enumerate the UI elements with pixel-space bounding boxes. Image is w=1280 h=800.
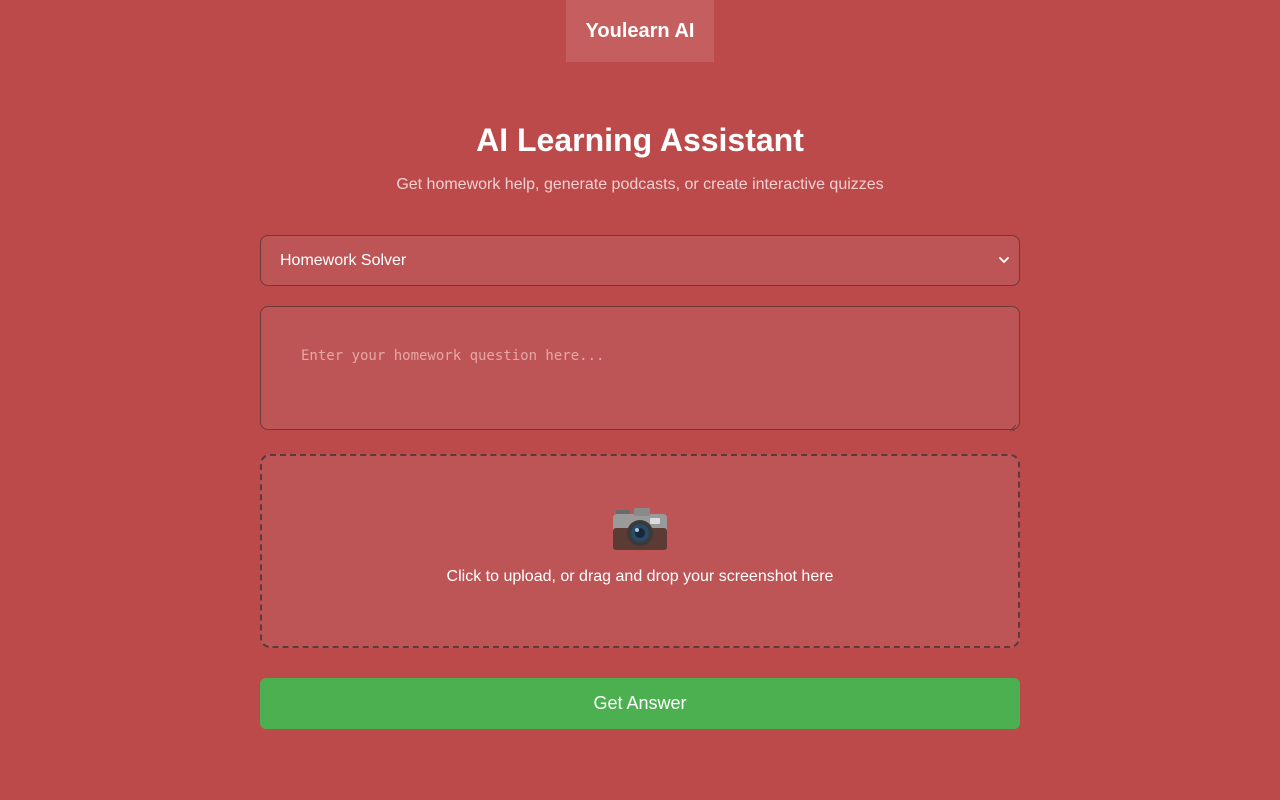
mode-select-value: Homework Solver	[280, 251, 407, 269]
chevron-down-icon	[999, 256, 1009, 266]
dropzone-text: Click to upload, or drag and drop your s…	[446, 568, 834, 585]
camera-icon	[612, 506, 668, 552]
screenshot-dropzone[interactable]: Click to upload, or drag and drop your s…	[260, 454, 1020, 648]
resize-handle-icon[interactable]	[1009, 419, 1017, 432]
question-textarea[interactable]: Enter your homework question here...	[260, 306, 1020, 432]
page-title: AI Learning Assistant	[476, 122, 804, 158]
question-placeholder: Enter your homework question here...	[301, 348, 605, 364]
mode-select[interactable]: Homework Solver	[260, 235, 1020, 286]
brand-name: Youlearn AI	[585, 19, 695, 42]
page-subtitle: Get homework help, generate podcasts, or…	[396, 176, 884, 193]
get-answer-button[interactable]: Get Answer	[260, 678, 1020, 729]
brand-tab[interactable]: Youlearn AI	[566, 0, 714, 62]
